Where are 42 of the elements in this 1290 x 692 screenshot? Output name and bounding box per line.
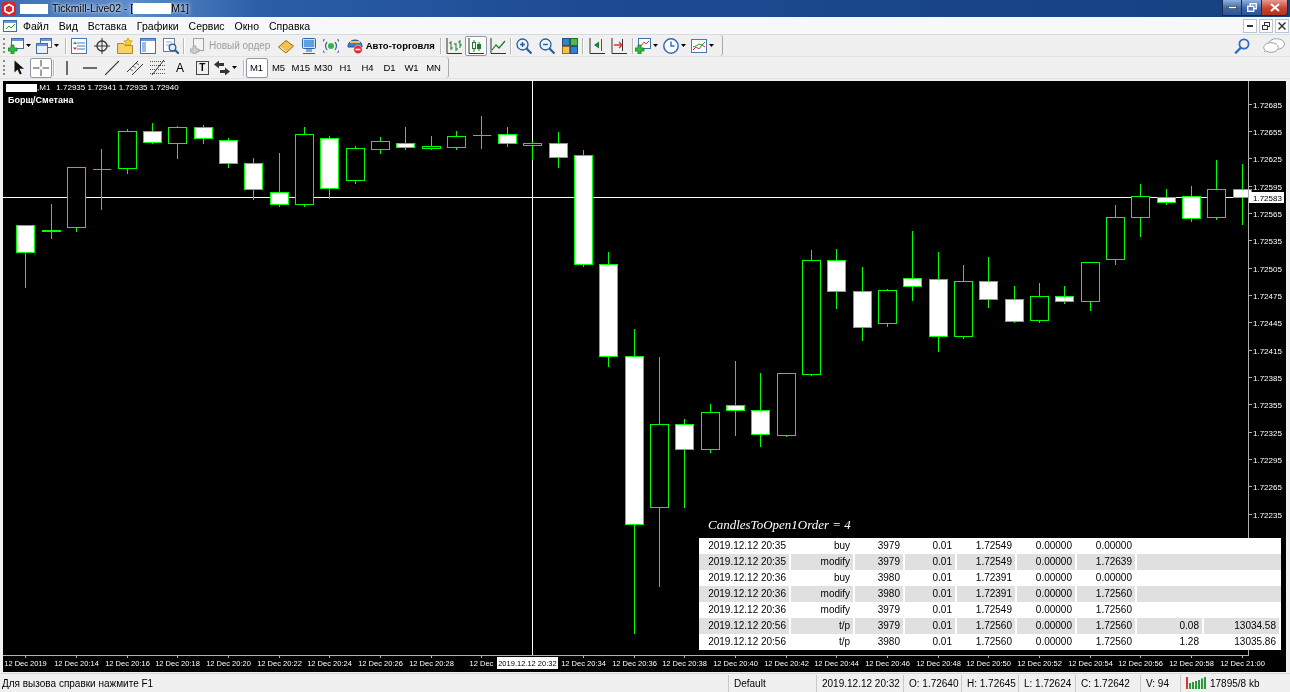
table-cell: 2019.12.12 20:56 bbox=[699, 634, 791, 650]
table-cell: 1.28 bbox=[1137, 634, 1204, 650]
price-label: 1.72505 bbox=[1253, 264, 1282, 274]
window-title: Tickmill-Live02 - [ bbox=[52, 2, 134, 15]
price-label: 1.72685 bbox=[1253, 100, 1282, 110]
price-label: 1.72385 bbox=[1253, 373, 1282, 383]
ref-line-label: 1.72583 bbox=[1253, 193, 1283, 203]
price-label: 1.72235 bbox=[1253, 510, 1282, 520]
price-label: 1.72655 bbox=[1253, 127, 1282, 137]
price-label: 1.72565 bbox=[1253, 209, 1282, 219]
table-cell: 1.72560 bbox=[957, 634, 1017, 650]
status-traffic: 17895/8 kb bbox=[1210, 677, 1260, 689]
price-label: 1.72625 bbox=[1253, 154, 1282, 164]
price-label: 1.72475 bbox=[1253, 291, 1282, 301]
expert-name-label: Борщ/Сметана bbox=[8, 95, 74, 105]
status-high: H: 1.72645 bbox=[967, 677, 1016, 689]
table-cell: 1.72560 bbox=[1077, 634, 1137, 650]
crosshair-price-label: 1.72583 bbox=[1249, 191, 1284, 203]
price-label: 1.72595 bbox=[1253, 182, 1282, 192]
status-volume: V: 94 bbox=[1146, 677, 1169, 689]
price-label: 1.72295 bbox=[1253, 455, 1282, 465]
table-cell: 13035.86 bbox=[1204, 634, 1281, 650]
price-label: 1.72355 bbox=[1253, 400, 1282, 410]
table-cell: t/p bbox=[791, 634, 855, 650]
status-open: O: 1.72640 bbox=[909, 677, 959, 689]
price-label: 1.72265 bbox=[1253, 482, 1282, 492]
table-cell: 3980 bbox=[855, 634, 905, 650]
price-label: 1.72445 bbox=[1253, 318, 1282, 328]
status-profile: Default bbox=[734, 677, 766, 689]
status-close: C: 1.72642 bbox=[1081, 677, 1130, 689]
table-cell: 0.01 bbox=[905, 634, 957, 650]
table-cell: 0.00000 bbox=[1017, 634, 1077, 650]
price-label: 1.72535 bbox=[1253, 236, 1282, 246]
window-title-suffix: M1] bbox=[171, 2, 189, 15]
ohlc-readout: 1.72935 1.72941 1.72935 1.72940 bbox=[56, 83, 179, 93]
price-label: 1.72415 bbox=[1253, 346, 1282, 356]
status-help-text: Для вызова справки нажмите F1 bbox=[2, 677, 154, 689]
chart-symbol-label: ,M1 bbox=[37, 83, 51, 93]
status-low: L: 1.72624 bbox=[1024, 677, 1072, 689]
chart-comment: CandlesToOpen1Order = 4 bbox=[708, 517, 851, 533]
status-datetime: 2019.12.12 20:32 bbox=[822, 677, 900, 689]
price-label: 1.72325 bbox=[1253, 428, 1282, 438]
